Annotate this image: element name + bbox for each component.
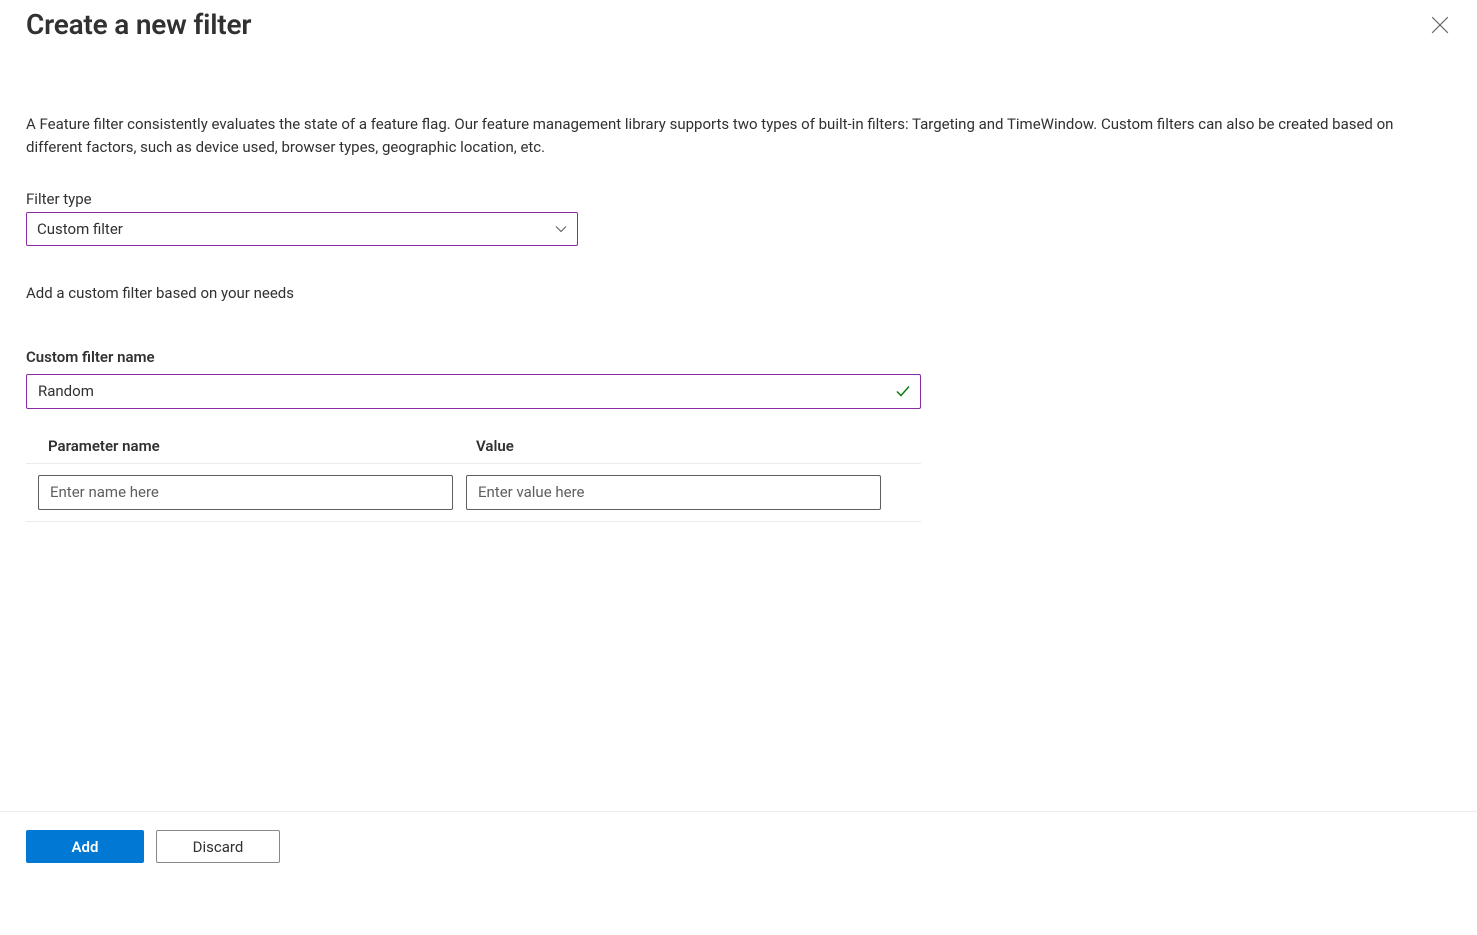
close-icon [1431,16,1449,34]
parameter-value-input[interactable] [466,475,881,510]
parameter-row [26,464,921,522]
panel-footer: Add Discard [0,811,1477,863]
parameter-value-header: Value [476,437,921,455]
filter-type-dropdown[interactable]: Custom filter [26,212,578,246]
page-title: Create a new filter [26,8,251,41]
filter-type-dropdown-wrap: Custom filter [26,212,578,246]
checkmark-icon [895,383,911,399]
custom-filter-name-wrap [26,374,921,409]
parameter-name-input[interactable] [38,475,453,510]
parameter-name-header: Parameter name [48,437,476,455]
helper-text: Add a custom filter based on your needs [26,284,1451,302]
add-button[interactable]: Add [26,830,144,863]
create-filter-panel: Create a new filter A Feature filter con… [0,0,1477,935]
description-text: A Feature filter consistently evaluates … [26,113,1446,160]
discard-button[interactable]: Discard [156,830,280,863]
parameter-table: Parameter name Value [26,437,921,522]
custom-filter-name-label: Custom filter name [26,348,1451,366]
close-button[interactable] [1427,12,1453,38]
panel-header: Create a new filter [26,8,1451,41]
parameter-table-header: Parameter name Value [26,437,921,464]
custom-filter-name-input[interactable] [26,374,921,409]
filter-type-label: Filter type [26,190,1451,208]
filter-type-value: Custom filter [37,220,123,238]
